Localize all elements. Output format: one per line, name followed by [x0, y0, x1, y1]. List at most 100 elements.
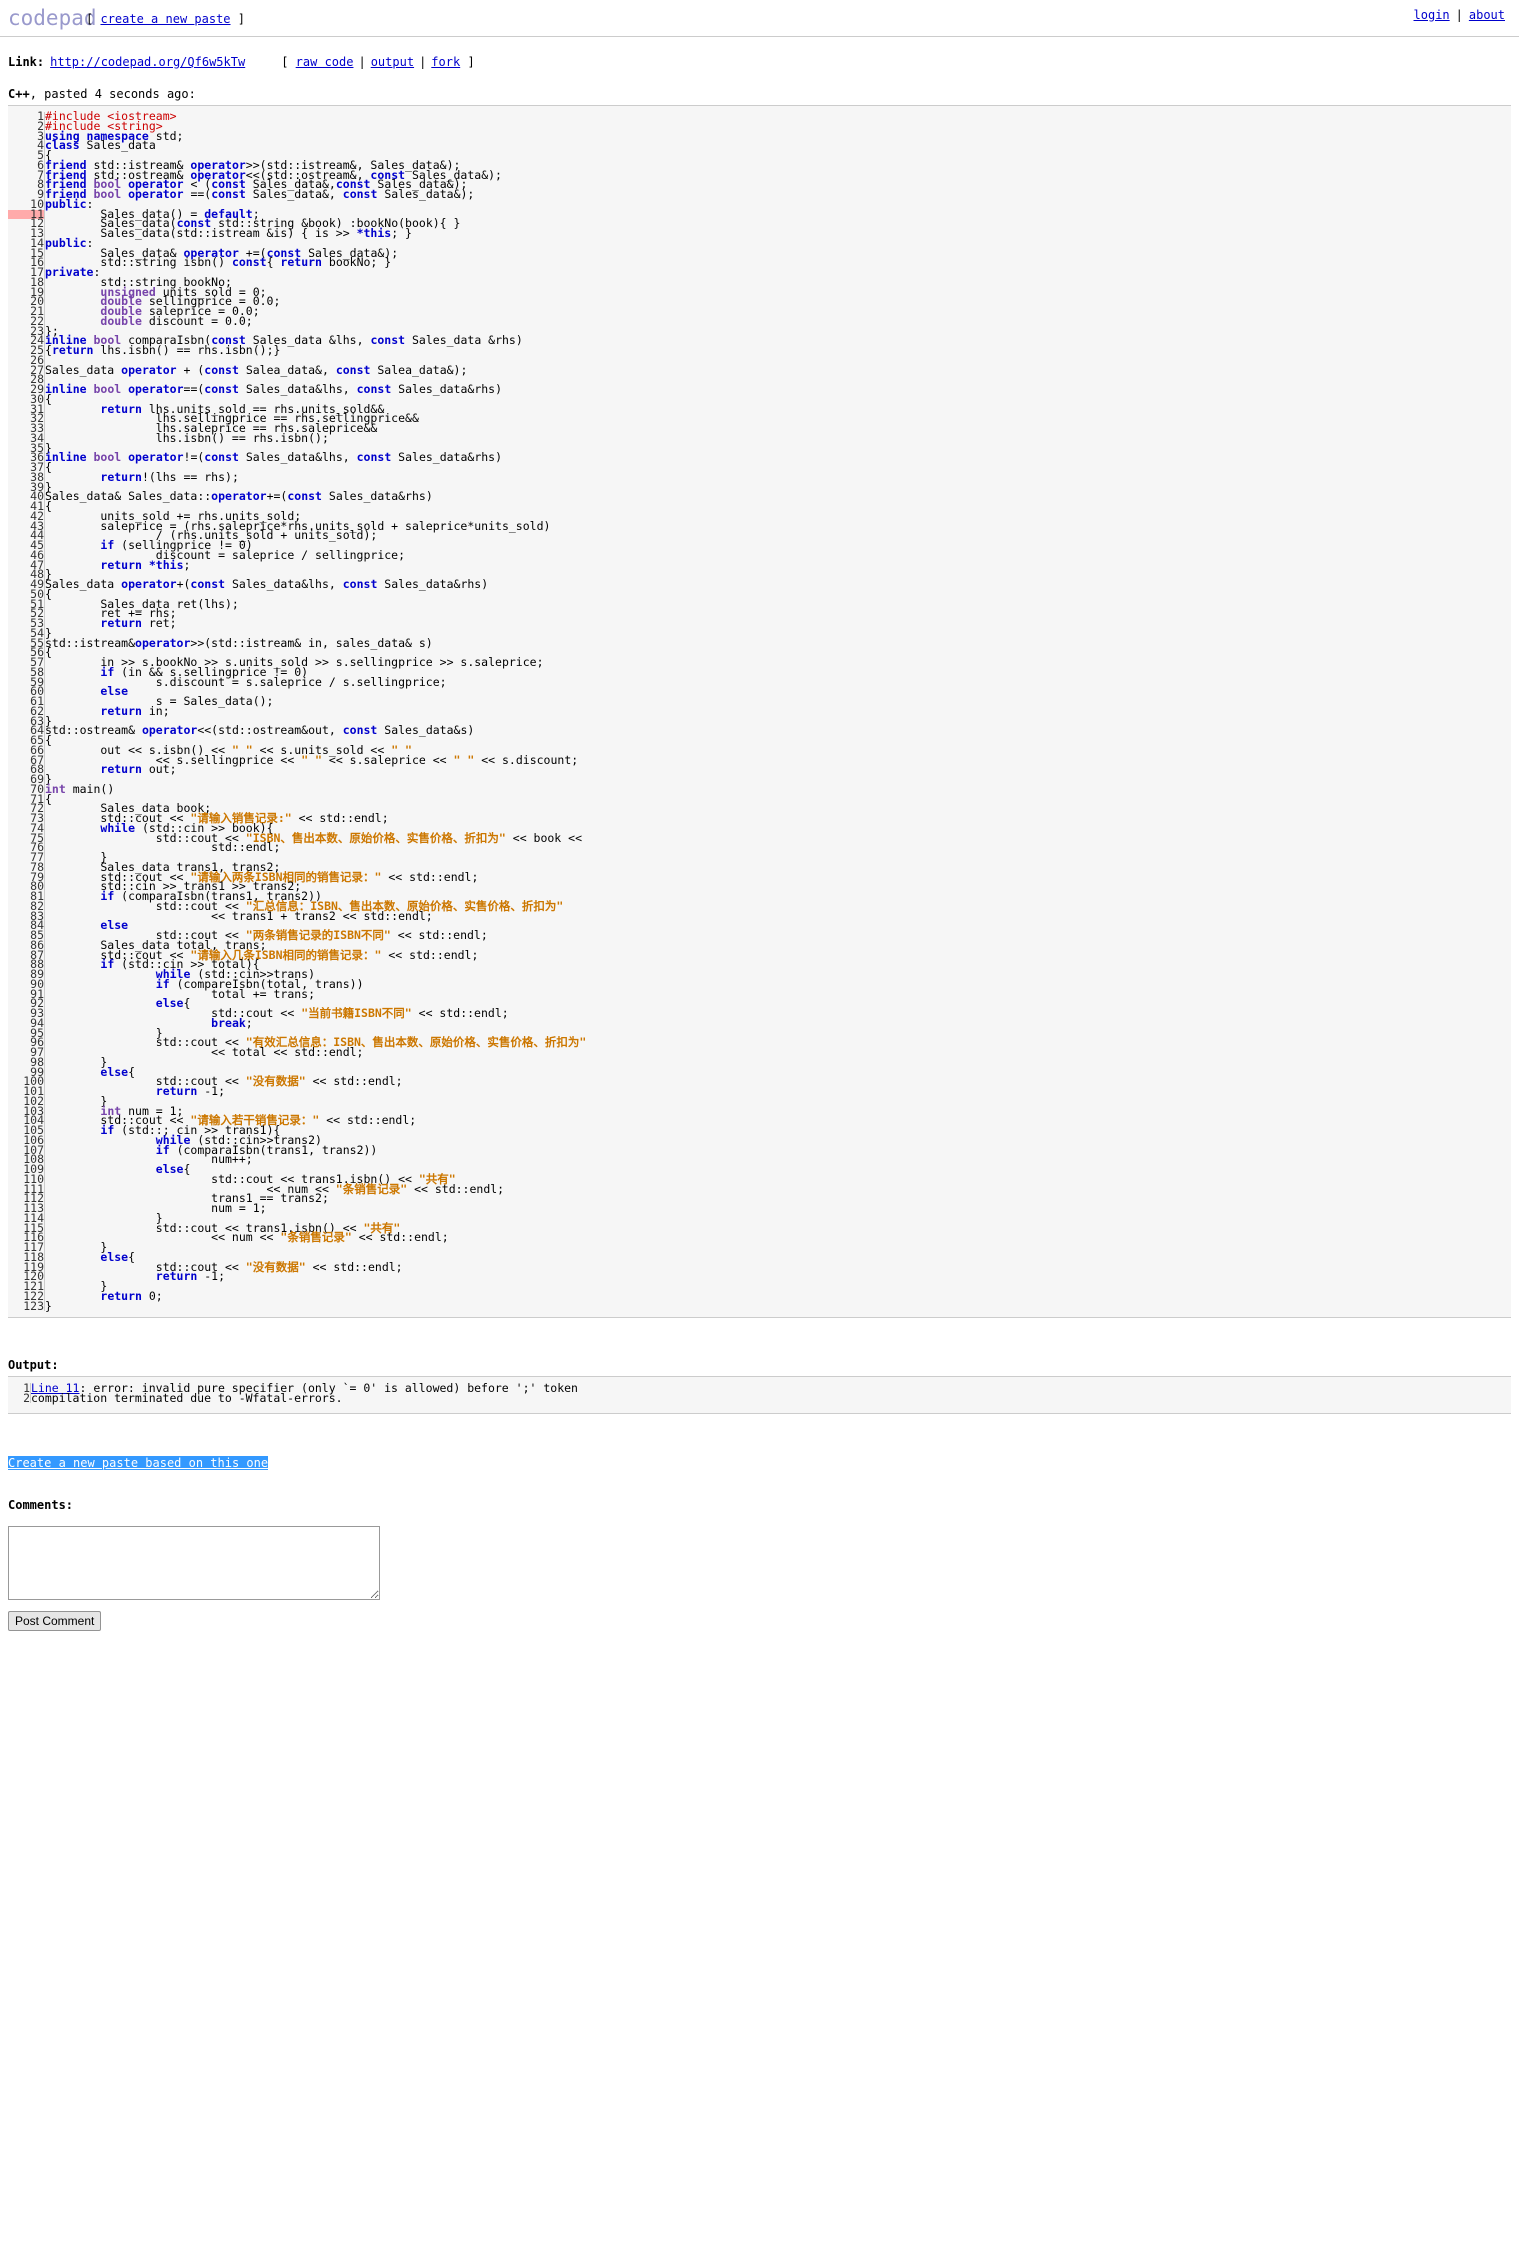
comment-textarea[interactable] [8, 1526, 380, 1601]
code-line: std::endl; [45, 840, 281, 855]
code-line: Sales_data operator + (const Salea_data&… [45, 362, 468, 377]
code-line: } [45, 1054, 108, 1069]
output-line-numbers: 12 [8, 1383, 31, 1406]
code-line: { [45, 460, 52, 474]
code-line: friend bool operator ==(const Sales_data… [45, 187, 475, 201]
site-header: codepad [ create a new paste ] login | abo… [0, 0, 1519, 37]
code-line: class Sales_data [45, 138, 156, 153]
code-line: break; [211, 1015, 253, 1030]
code-line: Sales_data& Sales_data::operator+=(const… [45, 489, 433, 504]
create-a-new-paste-link[interactable]: create a new paste [100, 12, 230, 26]
code-line: / (rhs.units_sold + units_sold); [45, 528, 378, 543]
code-line: } [45, 772, 52, 786]
link-label: Link: [8, 55, 45, 69]
code-line: << num << "条销售记录" << std::endl; [45, 1230, 449, 1245]
site-logo: codepad [8, 6, 97, 30]
code-line: {return lhs.isbn() == rhs.isbn();} [45, 343, 281, 357]
paste-meta: C++, pasted 4 seconds ago: [8, 87, 1519, 101]
code-line: } [45, 1298, 52, 1313]
raw-code-link[interactable]: raw code [296, 55, 354, 69]
paste-url-link[interactable]: http://codepad.org/Qf6w5kTw [50, 55, 245, 69]
header-nav: login | about [1414, 8, 1505, 22]
code-line: std::cout << "当前书籍ISBN不同" << std::endl; [45, 1006, 509, 1020]
code-line: return!(lhs == rhs); [100, 469, 239, 484]
code-line: #include <iostream> [45, 109, 177, 123]
code-line: double discount = 0.0; [100, 313, 253, 328]
post-comment-button[interactable]: Post Comment [8, 1611, 102, 1632]
paste-link-bar: Link: http://codepad.org/Qf6w5kTw [ raw co… [8, 55, 1519, 69]
code-line: return -1; [155, 1269, 226, 1284]
create-based-on-group: Create a new paste based on this one [8, 1456, 269, 1471]
code-line: return ret; [100, 616, 177, 630]
fork-link[interactable]: fork [431, 55, 460, 69]
code-line: << trans1 + trans2 << std::endl; [45, 908, 433, 923]
output-block: 12 Line 11: error: invalid pure specifie… [8, 1376, 1512, 1415]
create-new-paste-group: [ create a new paste ] [86, 12, 245, 26]
actions-bracket-open: [ [281, 55, 289, 69]
code-line: std::cout << "请输入几条ISBN相同的销售记录：" << std:… [45, 947, 479, 962]
nav-divider: | [1455, 8, 1463, 22]
code-line: public: [45, 196, 94, 211]
output-link[interactable]: output [371, 55, 414, 69]
code-line: std::cout << "没有数据" << std::endl; [45, 1074, 403, 1089]
output-content: Line 11: error: invalid pure specifier (… [31, 1383, 1512, 1406]
login-link[interactable]: login [1414, 8, 1450, 22]
action-separator-2: | [419, 55, 427, 69]
code-line: double saleprice = 0.0; [100, 304, 260, 318]
code-line: { [45, 586, 52, 601]
code-line: lhs.isbn() == rhs.isbn(); [45, 430, 329, 445]
code-line: inline bool operator!=(const Sales_data&… [45, 450, 503, 465]
code-line: return *this; [100, 557, 191, 572]
bracket-close: ] [237, 12, 245, 26]
code-line: ret += rhs; [45, 606, 177, 621]
code-line: inline bool operator==(const Sales_data&… [45, 382, 503, 396]
paste-actions: [ raw code | output | fork ] [281, 55, 474, 69]
code-content: #include <iostream> #include <string> usin… [45, 109, 1512, 1313]
code-line: private: [45, 265, 101, 279]
code-line: std::cout << "没有数据" << std::endl; [45, 1259, 403, 1274]
code-line: std::ostream& operator<<(std::ostream&ou… [45, 723, 475, 738]
code-block: 1 2 3 4 5 6 7 8 9 10 11 12 13 14 15 16 17 18 19 20 21 22 23 24 2… [8, 105, 1512, 1319]
code-line: using namespace std; [45, 128, 184, 143]
about-link[interactable]: about [1469, 8, 1505, 22]
code-line: { [45, 791, 52, 806]
code-line: } [45, 1093, 108, 1108]
code-line: s.discount = s.saleprice / s.sellingpric… [45, 674, 447, 689]
code-line: Sales_data operator+(const Sales_data&lh… [45, 577, 489, 591]
code-line-numbers: 1 2 3 4 5 6 7 8 9 10 11 12 13 14 15 16 17 18 19 20 21 22 23 24 2… [8, 110, 45, 1313]
output-line-number: 2 [23, 1391, 30, 1406]
code-table: 1 2 3 4 5 6 7 8 9 10 11 12 13 14 15 16 17 18 19 20 21 22 23 24 2… [8, 109, 1512, 1313]
code-line: discount = saleprice / sellingprice; [45, 547, 406, 562]
code-line: std::string isbn() const{ return bookNo;… [45, 255, 392, 270]
code-line: return out; [100, 762, 177, 777]
action-separator-1: | [358, 55, 366, 69]
code-line: num++; [45, 1152, 253, 1167]
code-line: double sellingprice = 0.0; [100, 294, 281, 309]
actions-bracket-close: ] [467, 55, 475, 69]
output-heading: Output: [8, 1358, 59, 1373]
posted-time: , pasted 4 seconds ago: [29, 87, 196, 101]
code-line: if (comparaIsbn(trans1, trans2)) [155, 1142, 378, 1157]
code-line: } [45, 1240, 108, 1254]
code-line: int main() [45, 781, 115, 796]
bracket-open: [ [86, 12, 94, 26]
comments-heading: Comments: [8, 1498, 74, 1513]
create-new-paste-based-on-this-one-link[interactable]: Create a new paste based on this one [8, 1456, 269, 1471]
post-comment-wrap: Post Comment [8, 1611, 1519, 1632]
code-line: std::istream&operator>>(std::istream& in… [45, 635, 433, 650]
code-line: Sales_data ret(lhs); [45, 596, 239, 611]
code-line: Sales_data(std::istream &is) { is >> *th… [45, 226, 412, 240]
code-line-number: 123 [23, 1298, 44, 1313]
comment-form [8, 1526, 1519, 1603]
language-label: C++ [8, 87, 30, 101]
code-line: << s.sellingprice << " " << s.saleprice … [45, 752, 579, 767]
code-line: } [45, 1279, 108, 1293]
code-line: << total << std::endl; [45, 1045, 364, 1059]
code-line: #include <string> [45, 118, 163, 133]
code-line: return -1; [155, 1084, 226, 1098]
code-line: s = Sales_data(); [45, 694, 274, 708]
output-table: 12 Line 11: error: invalid pure specifie… [8, 1383, 1512, 1406]
code-line: total += trans; [45, 986, 316, 1001]
code-line: return in; [100, 703, 170, 718]
output-line: compilation terminated due to -Wfatal-er… [31, 1391, 343, 1406]
